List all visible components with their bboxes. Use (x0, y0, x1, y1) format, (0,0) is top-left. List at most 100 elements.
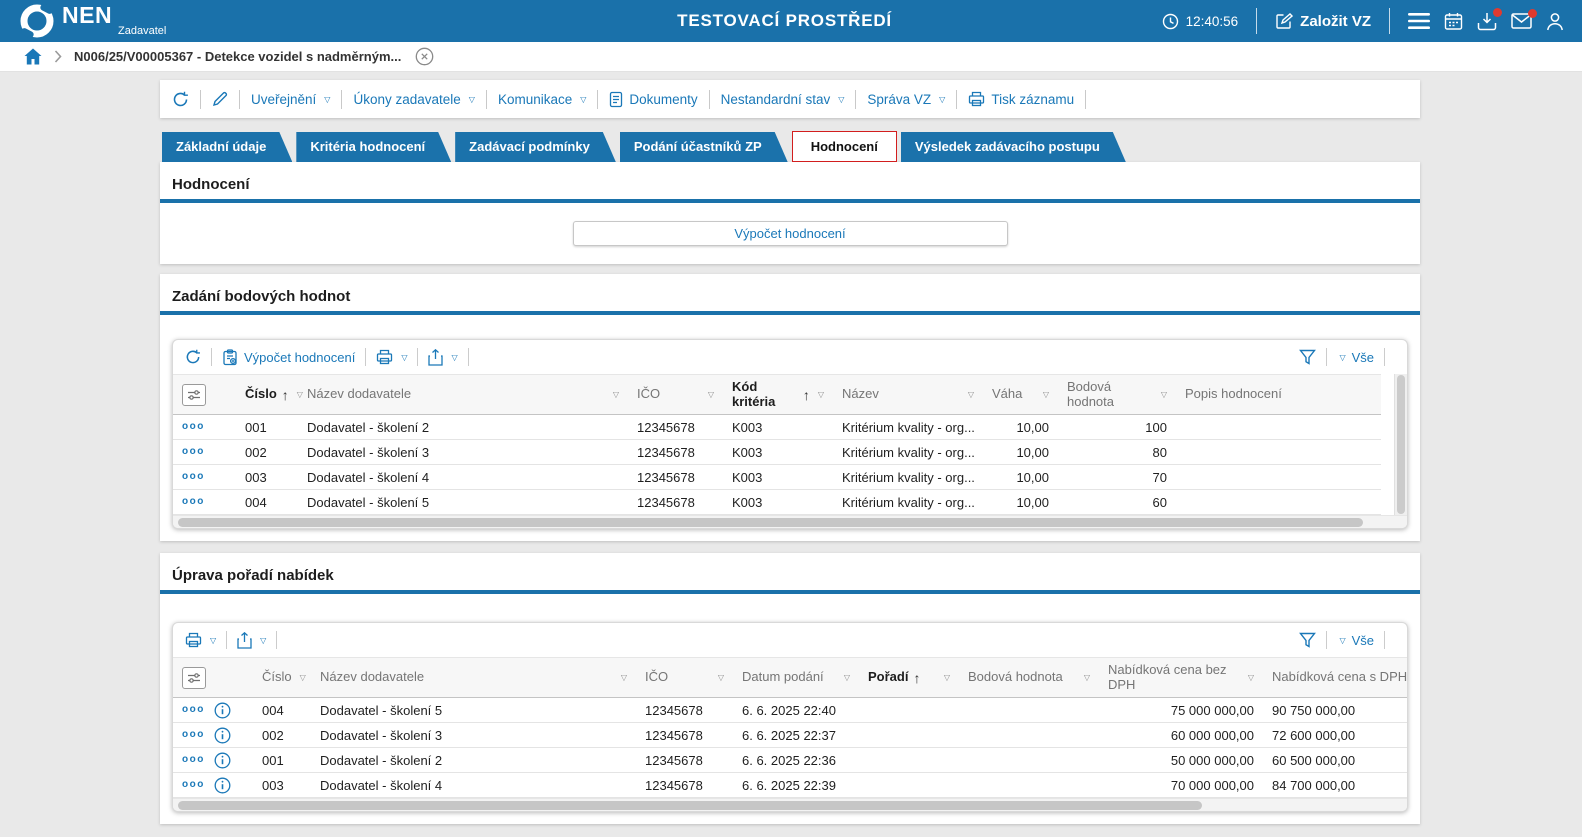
scrollbar-thumb[interactable] (178, 801, 1203, 810)
pencil-icon (212, 91, 228, 107)
menu-button[interactable] (1408, 13, 1430, 29)
tab-kritéria-hodnocení[interactable]: Kritéria hodnocení (296, 132, 451, 162)
column-header-vaha[interactable]: Váha ▽ (983, 374, 1058, 415)
column-filter-icon[interactable]: ▽ (941, 673, 950, 682)
info-icon[interactable] (214, 727, 231, 744)
row-actions-button[interactable]: ooo (182, 472, 205, 482)
column-header-nazev[interactable]: Název ▽ (833, 374, 983, 415)
create-vz-label: Založit VZ (1300, 12, 1371, 30)
tab-zadávací-podmínky[interactable]: Zadávací podmínky (455, 132, 616, 162)
scrollbar-thumb[interactable] (1397, 375, 1405, 514)
info-icon[interactable] (214, 777, 231, 794)
column-filter-icon[interactable]: ▽ (705, 390, 714, 399)
column-filter-icon[interactable]: ▽ (1245, 673, 1254, 682)
cell-nazev: Kritérium kvality - org... (833, 439, 983, 465)
toolbar-item--kony-zadavatele[interactable]: Úkony zadavatele ▽ (353, 92, 474, 107)
tab-základní-údaje[interactable]: Základní údaje (162, 132, 292, 162)
separator (1326, 631, 1328, 649)
row-actions-button[interactable]: ooo (182, 497, 205, 507)
user-profile-button[interactable] (1546, 12, 1564, 31)
tab-podání-účastníků-zp[interactable]: Podání účastníků ZP (620, 132, 788, 162)
tab-hodnocení[interactable]: Hodnocení (791, 131, 897, 162)
column-header-ico[interactable]: IČO ▽ (628, 374, 723, 415)
column-header-cislo[interactable]: Číslo ↑ ▽ (236, 374, 303, 415)
column-label: Popis hodnocení (1185, 386, 1282, 402)
column-filter-icon[interactable]: ▽ (1081, 673, 1090, 682)
vertical-scrollbar[interactable] (1394, 374, 1407, 515)
row-actions-button[interactable]: ooo (182, 422, 205, 432)
column-header-bodova[interactable]: Bodová hodnota ▽ (959, 657, 1099, 698)
column-header-cena-bez-dph[interactable]: Nabídková cena bez DPH ▽ (1099, 657, 1263, 698)
horizontal-scrollbar[interactable] (173, 798, 1407, 811)
close-record-icon[interactable] (415, 47, 434, 66)
column-header-datum[interactable]: Datum podání ▽ (733, 657, 859, 698)
edit-record-button[interactable] (212, 91, 228, 107)
info-icon[interactable] (214, 702, 231, 719)
row-actions-button[interactable]: ooo (182, 730, 205, 740)
column-filter-icon[interactable]: ▽ (297, 673, 306, 682)
toolbar-item-komunikace[interactable]: Komunikace ▽ (498, 92, 586, 107)
tab-výsledek-zadávacího-postupu[interactable]: Výsledek zadávacího postupu (901, 132, 1126, 162)
cell-kod-kriteria: K003 (723, 439, 833, 465)
row-actions-button[interactable]: ooo (182, 755, 205, 765)
column-header-dodavatel[interactable]: Název dodavatele ▽ (298, 374, 628, 415)
column-filter-icon[interactable]: ▽ (815, 390, 824, 399)
refresh-button[interactable] (172, 91, 189, 108)
grid-export-button[interactable]: ▽ (237, 631, 267, 649)
cell-vaha: 10,00 (983, 414, 1058, 440)
toolbar-item-spr-va-vz[interactable]: Správa VZ ▽ (867, 92, 945, 107)
row-actions-button[interactable]: ooo (182, 447, 205, 457)
grid-view-all-selector[interactable]: ▽ Vše (1337, 633, 1374, 648)
column-filter-icon[interactable]: ▽ (1040, 390, 1049, 399)
downloads-button[interactable] (1477, 7, 1502, 31)
column-filter-icon[interactable]: ▽ (610, 390, 619, 399)
messages-button[interactable] (1511, 9, 1537, 29)
cell-dodavatel: Dodavatel - školení 5 (311, 697, 636, 723)
column-header-dodavatel[interactable]: Název dodavatele ▽ (311, 657, 636, 698)
column-filter-icon[interactable]: ▽ (294, 390, 303, 399)
cell-ico: 12345678 (636, 722, 733, 748)
toolbar-item-dokumenty[interactable]: Dokumenty (609, 91, 698, 108)
column-filter-icon[interactable]: ▽ (618, 673, 627, 682)
column-filter-icon[interactable]: ▽ (841, 673, 850, 682)
grid-filter-button[interactable] (1299, 349, 1317, 365)
vypocet-hodnoceni-button[interactable]: Výpočet hodnocení (572, 221, 1008, 246)
row-actions-button[interactable]: ooo (182, 705, 205, 715)
grid-filter-button[interactable] (1299, 632, 1317, 648)
grid-print-button[interactable]: ▽ (376, 349, 407, 365)
calendar-button[interactable] (1444, 12, 1463, 31)
grid-vypocet-hodnoceni-button[interactable]: Výpočet hodnocení (222, 348, 355, 366)
grid-print-button[interactable]: ▽ (185, 632, 216, 648)
column-header-bodova-hodnota[interactable]: Bodová hodnota ▽ (1058, 374, 1176, 415)
column-label: Nabídková cena s DPH (1272, 669, 1407, 685)
cell-cislo: 004 (253, 697, 311, 723)
home-icon[interactable] (24, 48, 42, 65)
horizontal-scrollbar[interactable] (173, 515, 1407, 528)
row-actions-button[interactable]: ooo (182, 780, 205, 790)
grid-export-button[interactable]: ▽ (428, 348, 458, 366)
column-settings-icon[interactable] (182, 666, 206, 689)
grid-view-all-selector[interactable]: ▽ Vše (1337, 350, 1374, 365)
column-header-cislo[interactable]: Číslo ▽ (253, 657, 311, 698)
column-filter-icon[interactable]: ▽ (1158, 390, 1167, 399)
toolbar-item-nestandardn-stav[interactable]: Nestandardní stav ▽ (721, 92, 845, 107)
app-logo[interactable]: NEN Zadavatel (20, 4, 166, 38)
separator (1389, 8, 1390, 34)
grid-refresh-button[interactable] (185, 349, 201, 365)
column-settings-icon[interactable] (182, 383, 206, 406)
column-header-cena-s-dph[interactable]: Nabídková cena s DPH (1263, 657, 1407, 698)
cell-dodavatel: Dodavatel - školení 2 (311, 747, 636, 773)
toolbar-item-tisk-z-znamu[interactable]: Tisk záznamu (968, 91, 1074, 107)
dropdown-arrow-icon: ▽ (260, 635, 267, 645)
breadcrumb-record-title[interactable]: N006/25/V00005367 - Detekce vozidel s na… (74, 49, 401, 64)
scrollbar-thumb[interactable] (178, 518, 1363, 527)
column-header-popis[interactable]: Popis hodnocení (1176, 374, 1381, 415)
create-vz-button[interactable]: Založit VZ (1275, 12, 1371, 30)
toolbar-item-uve-ejn-n-[interactable]: Uveřejnění ▽ (251, 92, 330, 107)
column-header-ico[interactable]: IČO ▽ (636, 657, 733, 698)
column-filter-icon[interactable]: ▽ (965, 390, 974, 399)
column-filter-icon[interactable]: ▽ (715, 673, 724, 682)
column-header-kod-kriteria[interactable]: Kód kritéria ↑ ▽ (723, 374, 833, 415)
info-icon[interactable] (214, 752, 231, 769)
column-header-poradi[interactable]: Pořadí ↑ ▽ (859, 657, 959, 698)
